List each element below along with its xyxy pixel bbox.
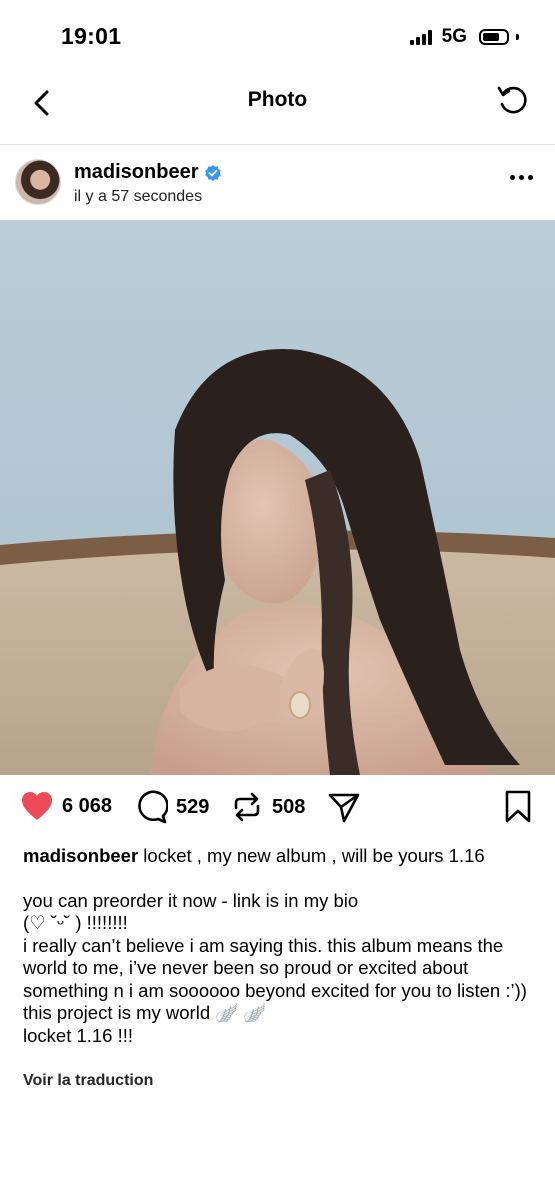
- heart-icon[interactable]: [20, 790, 54, 822]
- like-action: 6 068: [20, 790, 112, 822]
- username-row: madisonbeer: [74, 161, 222, 184]
- status-bar: 19:01 5G: [0, 0, 555, 72]
- network-type: 5G: [441, 26, 467, 47]
- share-action: [327, 790, 361, 824]
- caption-text-5: locket 1.16 !!!: [23, 1024, 134, 1046]
- caption-text-3: (♡ ˘ᵕ˘ ) !!!!!!!!: [23, 912, 128, 933]
- post-username[interactable]: madisonbeer: [74, 161, 198, 184]
- caption-text-2: you can preorder it now - link is in my …: [23, 889, 359, 911]
- caption-first-line: madisonbeer locket , my new album , will…: [23, 845, 538, 868]
- signal-icon: [409, 29, 432, 45]
- caption-spacer: [23, 868, 538, 890]
- send-icon[interactable]: [327, 790, 361, 824]
- status-time: 19:01: [61, 23, 122, 49]
- post-photo[interactable]: [0, 220, 555, 775]
- repost-icon[interactable]: [230, 790, 264, 824]
- dot: [519, 175, 524, 180]
- photo-image: [0, 220, 555, 775]
- post-header: madisonbeer il y a 57 secondes: [0, 145, 555, 219]
- more-options-button[interactable]: [510, 175, 533, 180]
- caption-username[interactable]: madisonbeer: [23, 845, 138, 866]
- caption-text-1: locket , my new album , will be yours 1.…: [143, 845, 485, 866]
- dot: [528, 175, 533, 180]
- post-actions: 6 068 529 508: [0, 790, 555, 830]
- repost-count[interactable]: 508: [272, 796, 305, 819]
- status-indicators: 5G: [409, 26, 519, 48]
- save-action: [505, 790, 531, 824]
- like-count[interactable]: 6 068: [62, 795, 112, 818]
- battery-icon: [479, 29, 509, 45]
- comment-count[interactable]: 529: [176, 796, 209, 819]
- repost-action: 508: [230, 790, 305, 824]
- page-title: Photo: [247, 88, 308, 111]
- bookmark-icon[interactable]: [505, 790, 531, 824]
- dot: [510, 175, 515, 180]
- post-time: il y a 57 secondes: [74, 188, 203, 205]
- post-caption: madisonbeer locket , my new album , will…: [23, 845, 538, 1047]
- see-translation-link[interactable]: Voir la traduction: [23, 1072, 153, 1090]
- comment-icon[interactable]: [134, 790, 168, 824]
- caption-text-4: i really can’t believe i am saying this.…: [23, 934, 527, 1024]
- nav-bar: Photo: [0, 72, 555, 145]
- refresh-button[interactable]: [495, 82, 529, 116]
- avatar[interactable]: [15, 159, 61, 205]
- refresh-icon: [497, 86, 527, 114]
- verified-badge-icon: [205, 164, 222, 181]
- battery-tip: [516, 34, 519, 40]
- comment-action: 529: [134, 790, 209, 824]
